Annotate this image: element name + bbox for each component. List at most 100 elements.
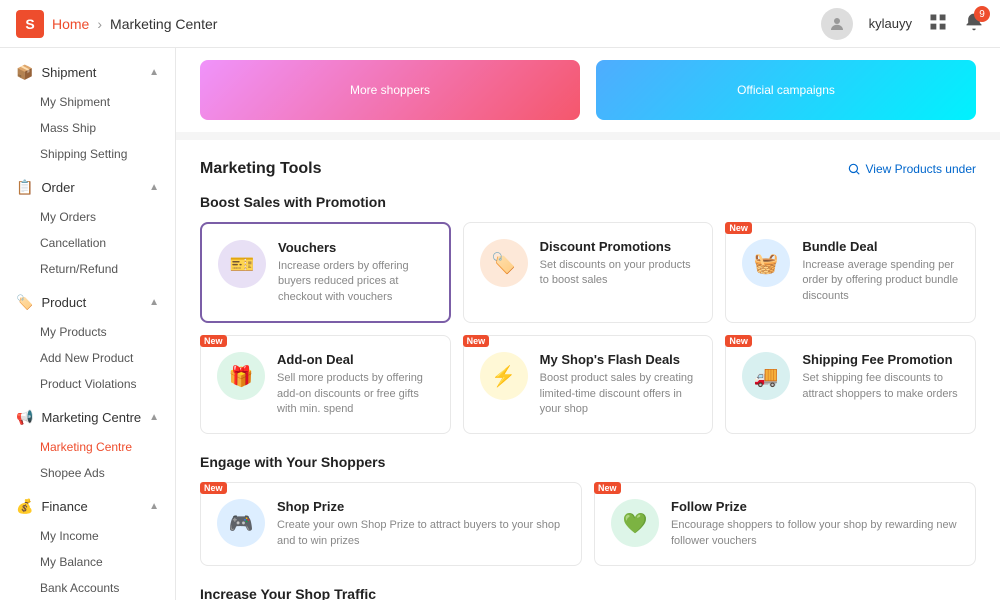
- discount-name: Discount Promotions: [540, 239, 697, 254]
- bundle-desc: Increase average spending per order by o…: [802, 258, 959, 304]
- discount-icon: 🏷️: [480, 239, 528, 287]
- shipment-chevron: ▲: [149, 67, 159, 78]
- boost-sales-section: Boost Sales with Promotion 🎫 Vouchers In…: [200, 194, 976, 434]
- follow-prize-info: Follow Prize Encourage shoppers to follo…: [671, 499, 959, 549]
- username: kylauyy: [869, 16, 912, 31]
- avatar: [821, 8, 853, 40]
- sidebar-section-finance-label: Finance: [41, 499, 87, 514]
- sidebar-item-product-violations[interactable]: Product Violations: [0, 371, 175, 397]
- vouchers-name: Vouchers: [278, 240, 433, 255]
- shop-prize-new-badge: New: [200, 482, 227, 494]
- sidebar-item-add-new-product[interactable]: Add New Product: [0, 345, 175, 371]
- engage-title: Engage with Your Shoppers: [200, 454, 976, 470]
- addon-desc: Sell more products by offering add-on di…: [277, 371, 434, 417]
- banner-more-shoppers-label: More shoppers: [350, 83, 430, 97]
- vouchers-desc: Increase orders by offering buyers reduc…: [278, 259, 433, 305]
- sidebar-section-shipment: 📦 Shipment ▲ My Shipment Mass Ship Shipp…: [0, 56, 175, 167]
- app-layout: 📦 Shipment ▲ My Shipment Mass Ship Shipp…: [0, 48, 1000, 600]
- bundle-info: Bundle Deal Increase average spending pe…: [802, 239, 959, 304]
- traffic-title: Increase Your Shop Traffic: [200, 586, 976, 600]
- addon-new-badge: New: [200, 335, 227, 347]
- marketing-chevron: ▲: [149, 412, 159, 423]
- sidebar-item-shipping-setting[interactable]: Shipping Setting: [0, 141, 175, 167]
- tool-card-vouchers[interactable]: 🎫 Vouchers Increase orders by offering b…: [200, 222, 451, 323]
- shipping-icon: 🚚: [742, 352, 790, 400]
- tool-card-bundle-deal[interactable]: New 🧺 Bundle Deal Increase average spend…: [725, 222, 976, 323]
- shop-prize-icon: 🎮: [217, 499, 265, 547]
- sidebar-section-product-label: Product: [41, 295, 86, 310]
- banner-more-shoppers[interactable]: More shoppers: [200, 60, 580, 120]
- flash-info: My Shop's Flash Deals Boost product sale…: [540, 352, 697, 417]
- order-chevron: ▲: [149, 182, 159, 193]
- addon-name: Add-on Deal: [277, 352, 434, 367]
- addon-info: Add-on Deal Sell more products by offeri…: [277, 352, 434, 417]
- banner-official-campaigns[interactable]: Official campaigns: [596, 60, 976, 120]
- follow-prize-icon: 💚: [611, 499, 659, 547]
- vouchers-icon: 🎫: [218, 240, 266, 288]
- sidebar-section-shipment-label: Shipment: [41, 65, 96, 80]
- breadcrumb: Home › Marketing Center: [52, 16, 217, 32]
- sidebar-section-order-header[interactable]: 📋 Order ▲: [0, 171, 175, 204]
- tool-card-shipping-fee[interactable]: New 🚚 Shipping Fee Promotion Set shippin…: [725, 335, 976, 434]
- shop-prize-info: Shop Prize Create your own Shop Prize to…: [277, 499, 565, 549]
- bundle-new-badge: New: [725, 222, 752, 234]
- flash-desc: Boost product sales by creating limited-…: [540, 371, 697, 417]
- tool-card-follow-prize[interactable]: New 💚 Follow Prize Encourage shoppers to…: [594, 482, 976, 566]
- banner-official-campaigns-label: Official campaigns: [737, 83, 835, 97]
- product-chevron: ▲: [149, 297, 159, 308]
- boost-tools-grid: 🎫 Vouchers Increase orders by offering b…: [200, 222, 976, 434]
- sidebar-item-cancellation[interactable]: Cancellation: [0, 230, 175, 256]
- sidebar-section-shipment-header[interactable]: 📦 Shipment ▲: [0, 56, 175, 89]
- home-link[interactable]: Home: [52, 16, 89, 32]
- discount-desc: Set discounts on your products to boost …: [540, 258, 697, 289]
- marketing-tools-title: Marketing Tools: [200, 160, 322, 178]
- shipping-new-badge: New: [725, 335, 752, 347]
- follow-prize-name: Follow Prize: [671, 499, 959, 514]
- sidebar-item-my-shipment[interactable]: My Shipment: [0, 89, 175, 115]
- sidebar-item-shopee-ads[interactable]: Shopee Ads: [0, 460, 175, 486]
- shipping-desc: Set shipping fee discounts to attract sh…: [802, 371, 959, 402]
- shopee-logo: S: [16, 10, 44, 38]
- sidebar-item-my-balance[interactable]: My Balance: [0, 549, 175, 575]
- sidebar-section-order: 📋 Order ▲ My Orders Cancellation Return/…: [0, 171, 175, 282]
- boost-sales-title: Boost Sales with Promotion: [200, 194, 976, 210]
- sidebar-item-my-products[interactable]: My Products: [0, 319, 175, 345]
- tool-card-flash-deals[interactable]: New ⚡ My Shop's Flash Deals Boost produc…: [463, 335, 714, 434]
- marketing-tools-header: Marketing Tools View Products under: [200, 160, 976, 178]
- sidebar-section-order-label: Order: [41, 180, 74, 195]
- sidebar-item-my-income[interactable]: My Income: [0, 523, 175, 549]
- addon-icon: 🎁: [217, 352, 265, 400]
- discount-info: Discount Promotions Set discounts on you…: [540, 239, 697, 289]
- sidebar-section-marketing: 📢 Marketing Centre ▲ Marketing Centre Sh…: [0, 401, 175, 486]
- view-products-link[interactable]: View Products under: [847, 162, 976, 176]
- traffic-section: Increase Your Shop Traffic New 📣 Shopee …: [200, 586, 976, 600]
- grid-icon[interactable]: [928, 12, 948, 35]
- notification-button[interactable]: 9: [964, 12, 984, 35]
- sidebar-section-marketing-header[interactable]: 📢 Marketing Centre ▲: [0, 401, 175, 434]
- sidebar-section-marketing-label: Marketing Centre: [41, 410, 141, 425]
- sidebar-item-mass-ship[interactable]: Mass Ship: [0, 115, 175, 141]
- shipping-info: Shipping Fee Promotion Set shipping fee …: [802, 352, 959, 402]
- flash-new-badge: New: [463, 335, 490, 347]
- sidebar-section-product-header[interactable]: 🏷️ Product ▲: [0, 286, 175, 319]
- tool-card-discount-promotions[interactable]: 🏷️ Discount Promotions Set discounts on …: [463, 222, 714, 323]
- tool-card-addon-deal[interactable]: New 🎁 Add-on Deal Sell more products by …: [200, 335, 451, 434]
- marketing-tools-section: Marketing Tools View Products under Boos…: [176, 140, 1000, 600]
- sidebar-item-my-orders[interactable]: My Orders: [0, 204, 175, 230]
- shop-prize-name: Shop Prize: [277, 499, 565, 514]
- sidebar-item-return-refund[interactable]: Return/Refund: [0, 256, 175, 282]
- notification-badge: 9: [974, 6, 990, 22]
- marketing-icon: 📢: [16, 409, 33, 426]
- finance-icon: 💰: [16, 498, 33, 515]
- shop-prize-desc: Create your own Shop Prize to attract bu…: [277, 518, 565, 549]
- header-right: kylauyy 9: [821, 8, 984, 40]
- header: S Home › Marketing Center kylauyy 9: [0, 0, 1000, 48]
- sidebar-item-bank-accounts[interactable]: Bank Accounts: [0, 575, 175, 600]
- tool-card-shop-prize[interactable]: New 🎮 Shop Prize Create your own Shop Pr…: [200, 482, 582, 566]
- sidebar-section-finance-header[interactable]: 💰 Finance ▲: [0, 490, 175, 523]
- header-icons: 9: [928, 12, 984, 35]
- view-products-label: View Products under: [865, 162, 976, 176]
- sidebar-item-marketing-centre[interactable]: Marketing Centre: [0, 434, 175, 460]
- finance-chevron: ▲: [149, 501, 159, 512]
- top-banner: More shoppers Official campaigns: [176, 48, 1000, 132]
